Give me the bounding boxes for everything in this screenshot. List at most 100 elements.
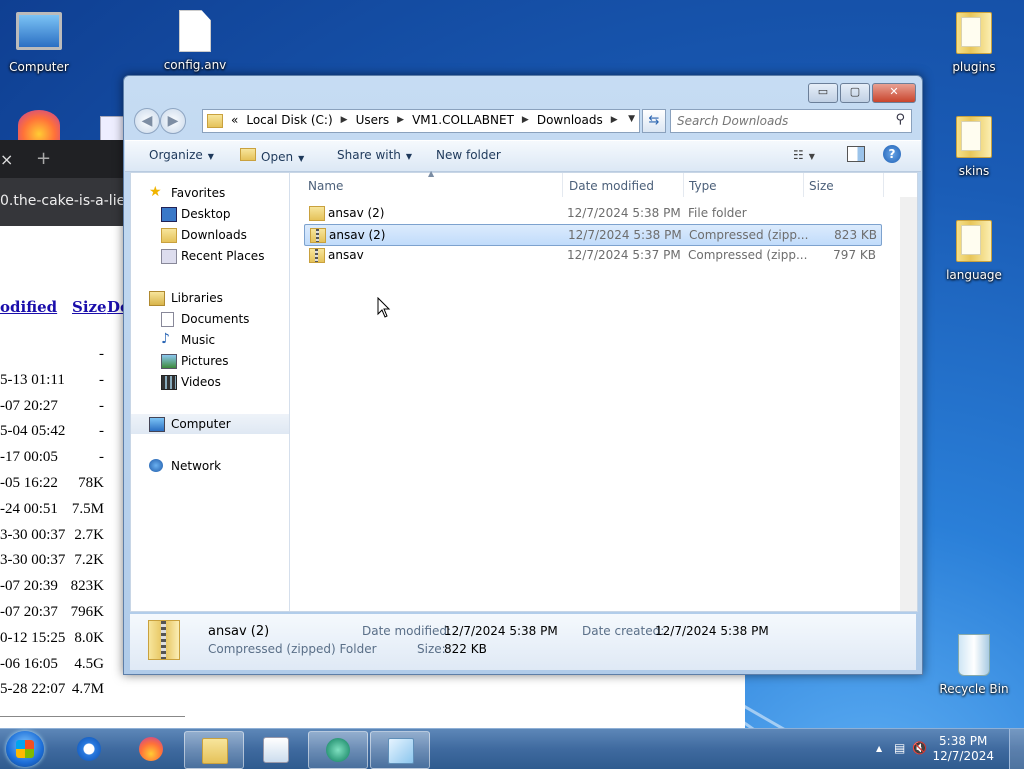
breadcrumb: « Local Disk (C:) ▶ Users ▶ VM1.COLLABNE… <box>207 113 618 128</box>
network-tray-icon[interactable]: ▤ <box>894 741 905 755</box>
nav-favorites[interactable]: ★ Favorites <box>131 183 289 203</box>
search-input[interactable] <box>675 113 884 129</box>
folder-icon <box>956 116 992 158</box>
details-name: ansav (2) <box>208 624 270 639</box>
column-separator[interactable] <box>683 173 684 197</box>
nav-music[interactable]: ♪ Music <box>131 330 289 350</box>
close-button[interactable]: ✕ <box>872 83 916 103</box>
listing-size: 7.5M <box>71 500 104 517</box>
column-header-type[interactable]: Type <box>689 179 717 193</box>
nav-recent-places[interactable]: Recent Places <box>131 246 289 266</box>
internet-explorer-icon <box>77 737 101 761</box>
share-with-button[interactable]: Share with ▼ <box>337 148 412 162</box>
listing-size: 796K <box>70 604 104 620</box>
refresh-button[interactable]: ⇆ <box>642 109 666 133</box>
file-date: 12/7/2024 5:38 PM <box>568 228 682 242</box>
nav-pictures[interactable]: Pictures <box>131 351 289 371</box>
views-button[interactable]: ☷ ▼ <box>793 148 815 162</box>
chevron-right-icon[interactable]: ▶ <box>522 113 529 128</box>
clock[interactable]: 5:38 PM 12/7/2024 <box>932 734 994 764</box>
vertical-scrollbar[interactable] <box>900 197 917 611</box>
listing-size: 2.7K <box>74 526 104 543</box>
column-header-modified[interactable]: odified <box>0 298 57 316</box>
listing-date: 5-28 22:07 <box>0 681 66 698</box>
column-header-size[interactable]: Size <box>809 179 834 193</box>
breadcrumb-item[interactable]: Users <box>356 113 390 128</box>
desktop-icon-config[interactable]: config.anv <box>159 8 231 72</box>
chevron-right-icon[interactable]: ▶ <box>611 113 618 128</box>
taskbar-file-explorer[interactable] <box>184 731 244 769</box>
listing-date: -06 16:05 <box>0 655 58 672</box>
desktop-icon-label: skins <box>958 164 990 178</box>
nav-network[interactable]: Network <box>131 456 289 476</box>
file-date: 12/7/2024 5:37 PM <box>567 248 681 262</box>
folder-icon <box>309 206 325 221</box>
show-hidden-icons-button[interactable]: ▲ <box>876 744 882 753</box>
column-separator[interactable] <box>803 173 804 197</box>
column-header-date-modified[interactable]: Date modified <box>569 179 654 193</box>
address-dropdown-icon[interactable]: ▼ <box>628 114 635 124</box>
column-header-name[interactable]: Name <box>308 179 343 193</box>
taskbar-internet-explorer[interactable] <box>60 731 118 767</box>
nav-desktop[interactable]: Desktop <box>131 204 289 224</box>
column-header-size[interactable]: Size <box>72 298 107 316</box>
nav-documents[interactable]: Documents <box>131 309 289 329</box>
nav-downloads[interactable]: Downloads <box>131 225 289 245</box>
desktop-icon-partial[interactable] <box>100 116 124 142</box>
volume-muted-icon[interactable]: 🔇 <box>912 741 927 755</box>
desktop-icon-skins[interactable]: skins <box>938 112 1010 178</box>
desktop-icon-computer[interactable]: Computer <box>3 8 75 74</box>
forward-button[interactable]: ▶ <box>160 108 186 134</box>
file-date: 12/7/2024 5:38 PM <box>567 206 681 220</box>
listing-size: - <box>99 449 104 466</box>
maximize-button[interactable]: ▢ <box>840 83 870 103</box>
tab-close-button[interactable]: × <box>0 150 13 169</box>
downloads-folder-icon <box>161 228 177 243</box>
breadcrumb-item[interactable]: Local Disk (C:) <box>246 113 332 128</box>
nav-label: Favorites <box>171 186 226 200</box>
videos-icon <box>161 375 177 390</box>
breadcrumb-item[interactable]: VM1.COLLABNET <box>412 113 514 128</box>
breadcrumb-item[interactable]: Downloads <box>537 113 603 128</box>
file-row[interactable]: ansav 12/7/2024 5:37 PM Compressed (zipp..… <box>304 245 880 265</box>
music-icon: ♪ <box>161 331 170 347</box>
new-folder-button[interactable]: New folder <box>436 148 501 162</box>
file-row[interactable]: ansav (2) 12/7/2024 5:38 PM File folder <box>304 203 880 223</box>
show-desktop-button[interactable] <box>1009 729 1024 769</box>
desktop-icon-recycle-bin[interactable]: Recycle Bin <box>938 632 1010 696</box>
help-icon[interactable]: ? <box>883 145 901 163</box>
organize-button[interactable]: Organize ▼ <box>149 148 214 162</box>
nav-videos[interactable]: Videos <box>131 372 289 392</box>
firefox-desktop-icon[interactable] <box>18 110 60 140</box>
chevron-right-icon[interactable]: ▶ <box>397 113 404 128</box>
open-label: Open <box>261 150 294 164</box>
breadcrumb-overflow[interactable]: « <box>231 113 238 128</box>
search-box[interactable]: ⚲ <box>670 109 912 133</box>
back-button[interactable]: ◀ <box>134 108 160 134</box>
taskbar-firefox[interactable] <box>122 731 180 767</box>
listing-size: 7.2K <box>74 552 104 569</box>
open-button[interactable]: Open ▼ <box>240 148 304 164</box>
start-button[interactable] <box>6 731 44 767</box>
listing-size: 8.0K <box>74 629 104 646</box>
minimize-button[interactable]: ▭ <box>808 83 838 103</box>
preview-pane-icon[interactable] <box>847 146 865 162</box>
taskbar-app-green[interactable] <box>308 731 368 769</box>
taskbar-media-player[interactable] <box>246 731 304 767</box>
desktop-icon-language[interactable]: language <box>938 216 1010 282</box>
file-row[interactable]: ansav (2) 12/7/2024 5:38 PM Compressed (zi… <box>304 224 882 246</box>
address-bar[interactable]: « Local Disk (C:) ▶ Users ▶ VM1.COLLABNE… <box>202 109 640 133</box>
listing-date: -17 00:05 <box>0 449 58 466</box>
taskbar-app-window[interactable] <box>370 731 430 769</box>
listing-date: -07 20:27 <box>0 397 58 414</box>
column-separator[interactable] <box>562 173 563 197</box>
new-tab-button[interactable]: + <box>36 148 51 169</box>
desktop-icon-plugins[interactable]: plugins <box>938 8 1010 74</box>
nav-libraries[interactable]: Libraries <box>131 288 289 308</box>
listing-date: 3-30 00:37 <box>0 526 66 543</box>
chevron-right-icon[interactable]: ▶ <box>341 113 348 128</box>
chevron-down-icon: ▼ <box>405 152 413 161</box>
search-icon[interactable]: ⚲ <box>895 112 905 127</box>
nav-computer[interactable]: Computer <box>131 414 289 434</box>
column-separator[interactable] <box>883 173 884 197</box>
